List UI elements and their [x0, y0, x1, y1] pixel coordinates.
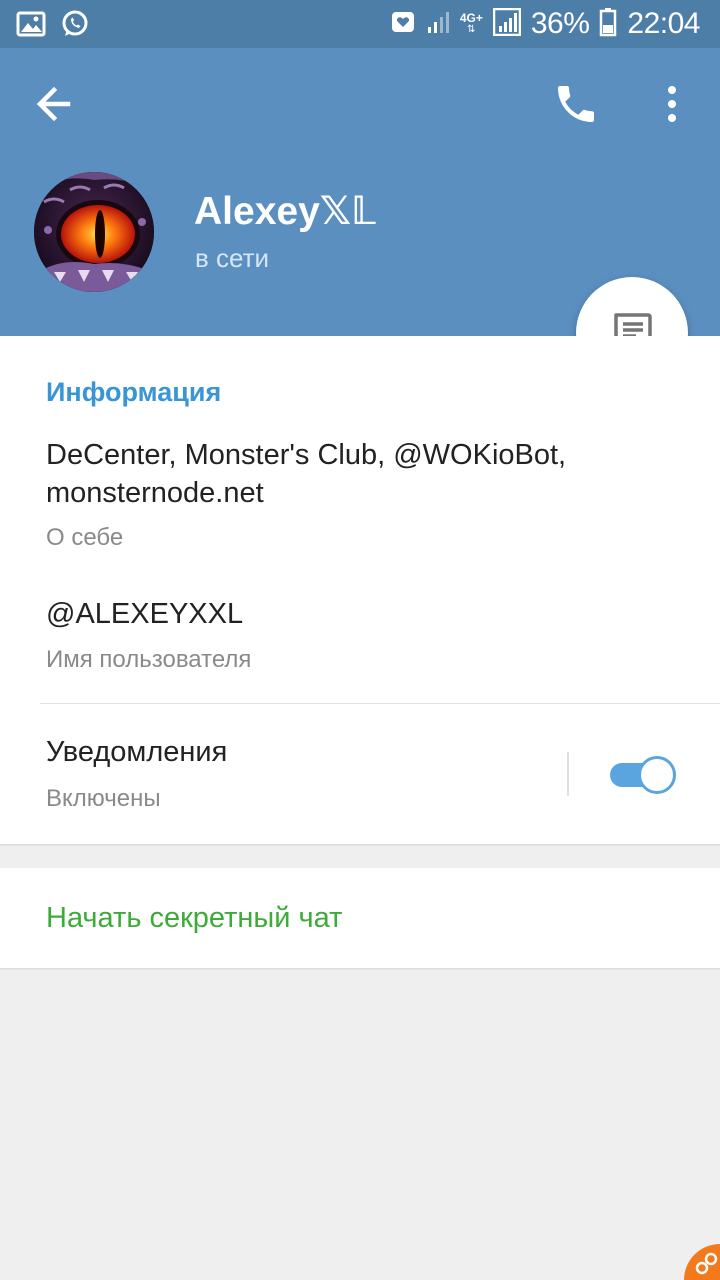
- profile-name: Alexey𝕏𝕃: [194, 190, 377, 233]
- secret-chat-button[interactable]: Начать секретный чат: [0, 868, 720, 968]
- status-bar: 4G+ ⇅ 36% 22:04: [0, 0, 720, 48]
- toggle-knob: [638, 756, 676, 794]
- notification-heart-icon: [390, 9, 416, 40]
- username-label: Имя пользователя: [46, 646, 252, 673]
- toggle-separator: [567, 752, 569, 796]
- arrow-left-icon: [36, 86, 71, 122]
- avatar[interactable]: [34, 172, 154, 292]
- info-section: Информация DeCenter, Monster's Club, @WO…: [0, 336, 720, 844]
- back-button[interactable]: [30, 82, 82, 126]
- call-button[interactable]: [552, 80, 600, 128]
- username-text[interactable]: @ALEXEYXXL: [46, 595, 243, 633]
- image-icon: [16, 9, 46, 44]
- bio-text[interactable]: DeCenter, Monster's Club, @WOKioBot, mon…: [46, 436, 686, 512]
- section-title-info: Информация: [46, 377, 222, 407]
- battery-percent: 36%: [530, 7, 590, 40]
- floating-overlay-button[interactable]: [684, 1244, 720, 1280]
- secret-chat-label: Начать секретный чат: [46, 902, 343, 934]
- 4g-icon: 4G+ ⇅: [459, 11, 483, 35]
- more-vertical-icon: [668, 86, 676, 122]
- more-menu-button[interactable]: [654, 80, 690, 128]
- divider: [40, 703, 720, 704]
- notifications-title: Уведомления: [46, 736, 228, 768]
- link-icon: [695, 1252, 718, 1275]
- signal-icon: [426, 9, 450, 40]
- clock: 22:04: [627, 7, 700, 40]
- profile-screen: 4G+ ⇅ 36% 22:04 Alexey𝕏𝕃 в сети Информац…: [0, 0, 720, 1280]
- battery-icon: [599, 7, 617, 42]
- signal-full-icon: [492, 7, 522, 41]
- notifications-status: Включены: [46, 785, 161, 812]
- online-status: в сети: [195, 243, 270, 273]
- bio-label: О себе: [46, 524, 124, 551]
- whatsapp-icon: [60, 9, 90, 44]
- notifications-toggle[interactable]: [610, 756, 678, 794]
- phone-icon: [558, 86, 594, 122]
